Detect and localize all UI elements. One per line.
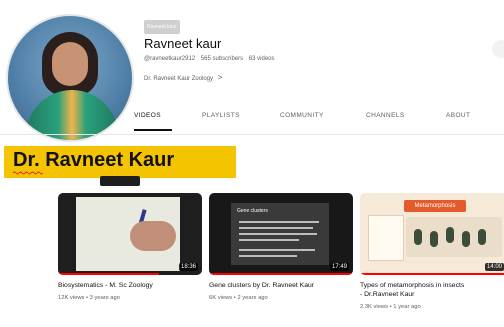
overlay-label: Dr. Ravneet Kaur [13,149,175,171]
tab-channels[interactable]: CHANNELS [366,112,405,119]
channel-name: Ravneet kaur [144,36,222,51]
slide-text-line [239,239,299,241]
thumbnail-text-box [368,215,404,261]
insect-illustration [462,231,470,247]
video-stats: 2.3K views • 1 year ago [360,304,421,310]
avatar[interactable] [6,14,134,142]
insect-illustration [446,227,454,243]
tab-about[interactable]: ABOUT [446,112,470,119]
avatar-face [52,42,88,86]
insect-illustration [430,231,438,247]
spellcheck-underline [13,171,43,175]
watch-progress-bar [209,273,353,275]
subscriber-count: 565 subscribers [200,56,244,62]
video-duration: 17:49 [329,263,349,271]
options-button[interactable] [492,40,504,58]
watch-progress-bar [58,273,159,275]
video-stats: 12K views • 3 years ago [58,295,120,301]
channel-meta: @ravneetkaur2912 565 subscribers 63 vide… [144,56,279,62]
channel-tabs: VIDEOS PLAYLISTS COMMUNITY CHANNELS ABOU… [118,112,504,126]
slide-text-line [239,255,297,257]
video-duration: 14:00 [484,263,504,271]
filter-chip[interactable] [100,176,140,186]
tab-community[interactable]: COMMUNITY [280,112,324,119]
watch-progress-bar [360,273,504,275]
video-thumbnail[interactable]: Metamorphosis 14:00 [360,193,504,275]
video-title[interactable]: Types of metamorphosis in insects - Dr.R… [360,281,504,299]
insect-illustration [414,229,422,245]
active-tab-indicator [134,129,172,131]
video-title[interactable]: Biosystematics - M. Sc Zoology [58,281,202,290]
video-count: 63 videos [248,56,275,62]
video-duration: 18:36 [178,263,198,271]
insect-illustration [478,229,486,245]
channel-badge: Ravneet kaur [144,20,180,34]
video-stats: 6K views • 2 years ago [209,295,268,301]
slide-text-line [239,233,317,235]
thumbnail-illustration [406,217,502,257]
chevron-right-icon: > [217,73,223,82]
video-thumbnail[interactable]: 18:36 [58,193,202,275]
name-overlay-text: Dr. Ravneet Kaur [13,149,175,175]
slide-text-line [239,221,319,223]
video-title-line: Types of metamorphosis in insects [360,282,465,289]
video-title-line: - Dr.Ravneet Kaur [360,291,415,298]
tab-videos[interactable]: VIDEOS [134,112,161,119]
thumbnail-slide-heading: Gene clusters [237,208,268,214]
channel-description-text: Dr. Ravneet Kaur Zoology [144,76,214,82]
thumbnail-banner: Metamorphosis [404,200,466,212]
thumbnail-slide: Gene clusters [231,203,329,265]
youtube-channel-page: Ravneet kaur Ravneet kaur @ravneetkaur29… [0,0,504,327]
channel-handle: @ravneetkaur2912 [144,56,196,62]
slide-text-line [239,249,315,251]
tab-playlists[interactable]: PLAYLISTS [202,112,240,119]
channel-description[interactable]: Dr. Ravneet Kaur Zoology > [144,73,222,82]
tabs-divider [0,134,504,135]
slide-text-line [239,227,313,229]
video-title[interactable]: Gene clusters by Dr. Ravneet Kaur [209,281,353,290]
video-thumbnail[interactable]: Gene clusters 17:49 [209,193,353,275]
thumbnail-hand [130,221,176,251]
